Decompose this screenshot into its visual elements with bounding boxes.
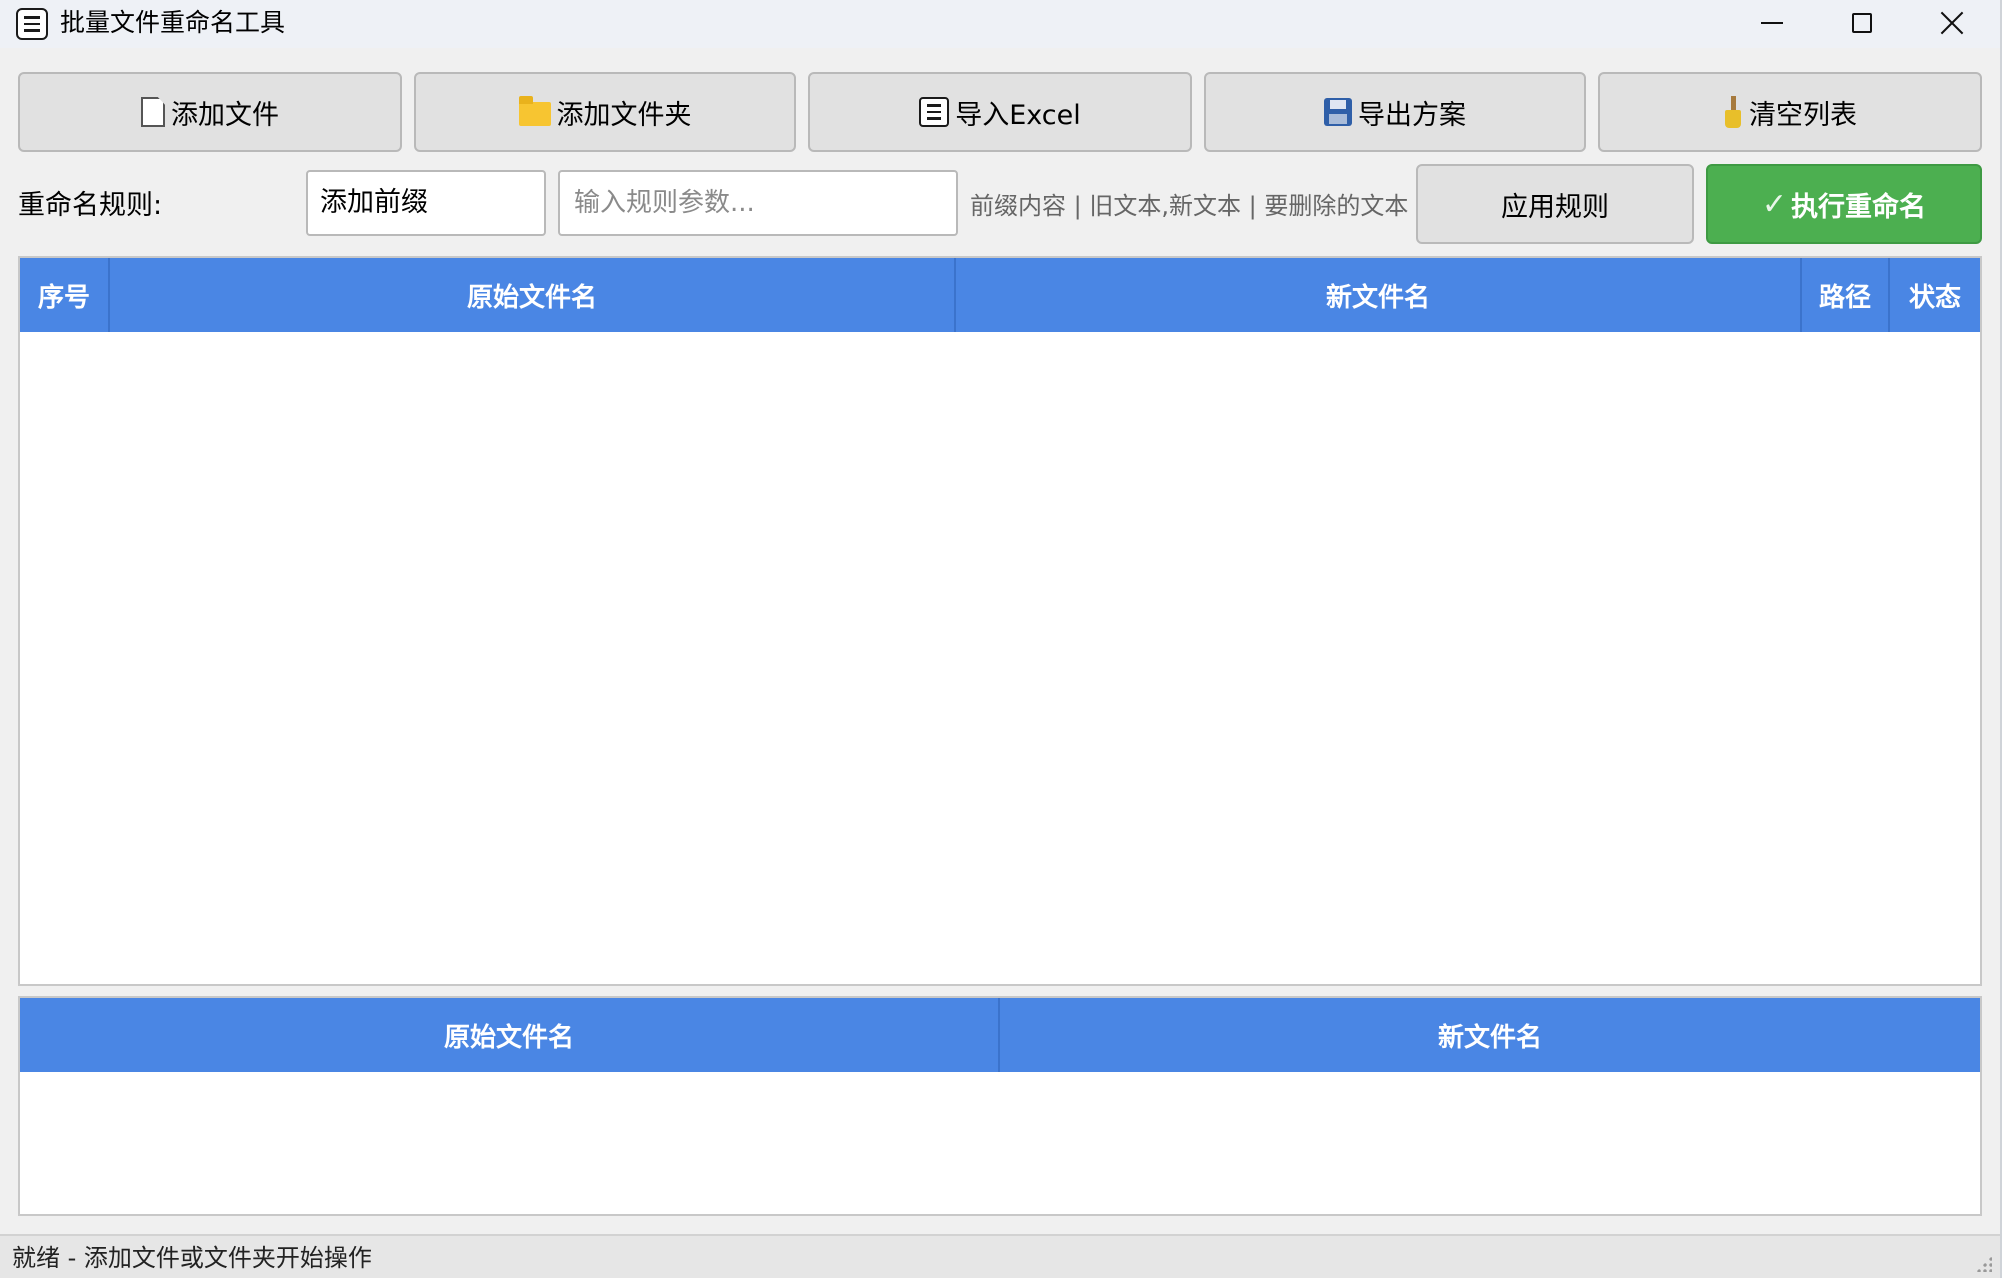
column-header-index[interactable]: 序号 — [20, 258, 110, 332]
document-icon — [16, 8, 48, 40]
column-header-original-name[interactable]: 原始文件名 — [110, 258, 956, 332]
execute-rename-button[interactable]: ✓ 执行重命名 — [1706, 164, 1982, 244]
column-header-status[interactable]: 状态 — [1890, 258, 1980, 332]
execute-rename-label: 执行重命名 — [1791, 191, 1927, 223]
export-scheme-label: 导出方案 — [1358, 99, 1466, 131]
add-file-label: 添加文件 — [171, 99, 279, 131]
import-excel-button[interactable]: 导入Excel — [808, 72, 1192, 152]
close-icon — [1940, 11, 1964, 35]
import-excel-label: 导入Excel — [955, 99, 1081, 131]
status-text: 就绪 - 添加文件或文件夹开始操作 — [12, 1244, 372, 1272]
file-table-header: 序号 原始文件名 新文件名 路径 状态 — [20, 258, 1980, 332]
close-button[interactable] — [1907, 0, 1997, 46]
clear-list-label: 清空列表 — [1749, 99, 1857, 131]
add-folder-button[interactable]: 添加文件夹 — [414, 72, 796, 152]
column-header-path[interactable]: 路径 — [1802, 258, 1890, 332]
add-file-button[interactable]: 添加文件 — [18, 72, 402, 152]
window-title: 批量文件重命名工具 — [60, 8, 286, 37]
status-bar: 就绪 - 添加文件或文件夹开始操作 — [0, 1234, 2000, 1278]
preview-header-new-name[interactable]: 新文件名 — [1000, 998, 1980, 1072]
rule-type-select[interactable]: 添加前缀 — [306, 170, 546, 236]
title-bar: 批量文件重命名工具 — [0, 0, 2000, 48]
minimize-icon — [1761, 22, 1783, 24]
check-icon: ✓ — [1761, 186, 1788, 222]
minimize-button[interactable] — [1727, 0, 1817, 46]
column-header-new-name[interactable]: 新文件名 — [956, 258, 1802, 332]
maximize-icon — [1852, 13, 1872, 33]
rule-hint: 前缀内容 | 旧文本,新文本 | 要删除的文本 — [970, 192, 1409, 220]
clear-list-button[interactable]: 清空列表 — [1598, 72, 1982, 152]
rule-label: 重命名规则: — [18, 190, 163, 221]
apply-rule-button[interactable]: 应用规则 — [1416, 164, 1694, 244]
app-window: 批量文件重命名工具 添加文件 添加文件夹 导入Excel 导出方案 清空列表 重… — [0, 0, 2002, 1278]
file-table[interactable]: 序号 原始文件名 新文件名 路径 状态 — [18, 256, 1982, 986]
add-folder-label: 添加文件夹 — [556, 99, 692, 131]
broom-icon — [1723, 96, 1743, 128]
save-icon — [1324, 98, 1352, 126]
export-scheme-button[interactable]: 导出方案 — [1204, 72, 1586, 152]
rule-param-input[interactable] — [558, 170, 958, 236]
preview-table[interactable]: 原始文件名 新文件名 — [18, 996, 1982, 1216]
preview-header-original-name[interactable]: 原始文件名 — [20, 998, 1000, 1072]
document-icon — [919, 97, 950, 127]
maximize-button[interactable] — [1817, 0, 1907, 46]
file-icon — [141, 97, 165, 127]
resize-grip-icon[interactable] — [1976, 1256, 1992, 1272]
preview-table-header: 原始文件名 新文件名 — [20, 998, 1980, 1072]
apply-rule-label: 应用规则 — [1501, 191, 1609, 223]
folder-icon — [518, 96, 551, 126]
